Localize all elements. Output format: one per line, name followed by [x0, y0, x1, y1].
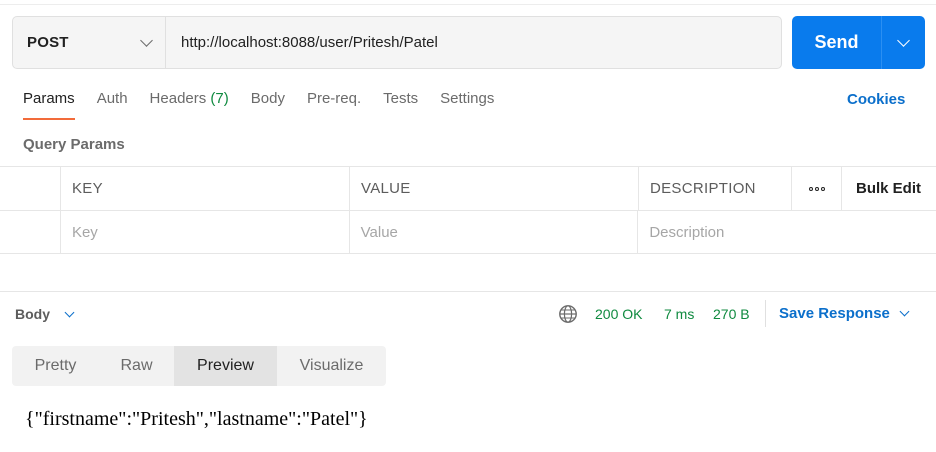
description-input[interactable]: Description	[638, 211, 936, 253]
send-button-group: Send	[792, 16, 925, 69]
tab-body[interactable]: Body	[251, 90, 285, 120]
view-tab-visualize[interactable]: Visualize	[277, 346, 386, 386]
description-column-header: DESCRIPTION	[639, 167, 792, 210]
more-options-button[interactable]	[792, 167, 842, 210]
tab-pre-request[interactable]: Pre-req.	[307, 90, 361, 120]
headers-count: (7)	[210, 90, 229, 107]
status-code[interactable]: 200 OK	[595, 306, 642, 322]
chevron-down-icon	[899, 306, 910, 317]
tab-label: Auth	[96, 90, 128, 107]
row-checkbox-cell	[0, 211, 61, 253]
view-tab-pretty[interactable]: Pretty	[12, 346, 99, 386]
tab-auth[interactable]: Auth	[97, 90, 128, 120]
chevron-down-icon	[140, 33, 153, 47]
send-options-button[interactable]	[882, 16, 925, 69]
response-body-label: Body	[15, 306, 50, 322]
tab-label: Settings	[440, 90, 495, 107]
tab-label: Params	[23, 90, 75, 107]
value-column-header: VALUE	[350, 167, 639, 210]
top-divider	[0, 4, 936, 5]
tab-label: Headers	[149, 90, 207, 107]
request-tabs: Params Auth Headers (7) Body Pre-req. Te…	[23, 90, 516, 120]
tab-label: Body	[250, 90, 285, 107]
url-input[interactable]	[166, 17, 781, 68]
chevron-down-icon	[64, 307, 75, 317]
tab-label: Tests	[383, 90, 419, 107]
more-dots-icon	[808, 186, 825, 191]
chevron-down-icon	[897, 33, 910, 47]
query-params-table: KEY VALUE DESCRIPTION Bulk Edit Key Valu…	[0, 166, 936, 254]
table-row: Key Value Description	[0, 210, 936, 254]
method-label: POST	[27, 34, 69, 51]
tab-settings[interactable]: Settings	[440, 90, 494, 120]
response-body-dropdown[interactable]: Body	[15, 306, 75, 322]
bulk-edit-button[interactable]: Bulk Edit	[842, 167, 936, 210]
response-view-tabs: Pretty Raw Preview Visualize	[12, 346, 386, 386]
divider	[765, 300, 766, 327]
response-divider	[0, 291, 936, 292]
key-column-header: KEY	[61, 167, 350, 210]
view-tab-preview[interactable]: Preview	[174, 346, 277, 386]
cookies-link[interactable]: Cookies	[847, 91, 905, 108]
key-input[interactable]: Key	[61, 211, 350, 253]
tab-tests[interactable]: Tests	[383, 90, 418, 120]
response-size[interactable]: 270 B	[713, 306, 750, 322]
value-input[interactable]: Value	[350, 211, 639, 253]
response-time[interactable]: 7 ms	[664, 306, 694, 322]
tab-label: Pre-req.	[306, 90, 362, 107]
save-response-button[interactable]: Save Response	[779, 305, 910, 322]
response-preview-text: {"firstname":"Pritesh","lastname":"Patel…	[25, 408, 368, 430]
view-tab-raw[interactable]: Raw	[99, 346, 174, 386]
save-response-label: Save Response	[779, 305, 890, 322]
request-bar: POST	[12, 16, 782, 69]
method-select[interactable]: POST	[13, 17, 166, 68]
globe-icon[interactable]	[558, 304, 578, 324]
tab-headers[interactable]: Headers (7)	[150, 90, 229, 120]
table-header-row: KEY VALUE DESCRIPTION Bulk Edit	[0, 166, 936, 210]
send-button[interactable]: Send	[792, 16, 882, 69]
tab-params[interactable]: Params	[23, 90, 75, 120]
checkbox-column-header	[0, 167, 61, 210]
query-params-title: Query Params	[23, 136, 125, 153]
